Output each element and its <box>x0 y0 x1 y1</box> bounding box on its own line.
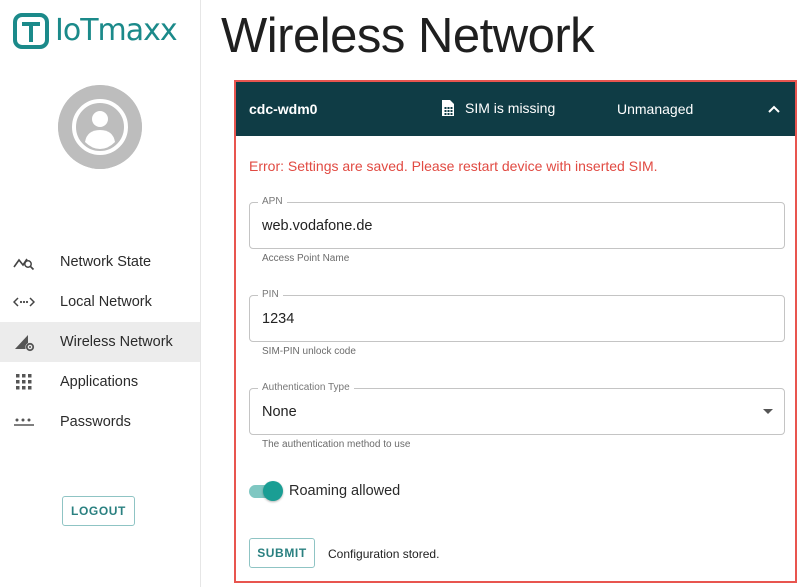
wireless-network-icon <box>13 331 35 353</box>
authentication-type-label: Authentication Type <box>258 382 354 394</box>
network-state-icon <box>13 251 35 273</box>
logo-text: IoTmaxx <box>55 13 178 48</box>
iotmaxx-logo-icon <box>13 13 49 49</box>
sim-status-text: SIM is missing <box>465 100 556 116</box>
sidebar-item-label: Applications <box>60 374 139 390</box>
submit-button[interactable]: SUBMIT <box>249 538 315 568</box>
sidebar-item-label: Passwords <box>60 414 131 430</box>
password-icon <box>13 411 35 433</box>
sidebar-item-label: Network State <box>60 254 152 270</box>
toggle-thumb <box>263 481 283 501</box>
apn-helper: Access Point Name <box>262 253 350 264</box>
sidebar-item-label: Local Network <box>60 294 152 310</box>
panel-header[interactable]: cdc-wdm0 SIM is missing Unmanaged <box>236 82 795 136</box>
sidebar-item-passwords[interactable]: Passwords <box>0 402 200 442</box>
authentication-type-helper: The authentication method to use <box>262 439 411 450</box>
sim-status: SIM is missing <box>441 99 555 117</box>
avatar <box>58 85 142 169</box>
pin-field[interactable]: PIN 1234 <box>249 289 785 342</box>
apn-field[interactable]: APN web.vodafone.de <box>249 196 785 249</box>
managed-status: Unmanaged <box>617 101 694 117</box>
logo: IoTmaxx <box>13 12 178 50</box>
roaming-label: Roaming allowed <box>289 483 401 499</box>
sidebar-item-network-state[interactable]: Network State <box>0 242 200 282</box>
pin-helper: SIM-PIN unlock code <box>262 346 356 357</box>
apn-value: web.vodafone.de <box>262 218 373 234</box>
sim-card-icon <box>441 99 455 117</box>
local-network-icon <box>13 291 35 313</box>
sidebar-item-applications[interactable]: Applications <box>0 362 200 402</box>
error-message: Error: Settings are saved. Please restar… <box>249 158 658 174</box>
dropdown-arrow-icon <box>763 409 773 414</box>
page-title: Wireless Network <box>221 9 595 63</box>
grid-icon <box>13 371 35 393</box>
authentication-type-select[interactable]: Authentication Type None <box>249 382 785 435</box>
roaming-toggle[interactable] <box>249 481 283 501</box>
user-icon <box>58 85 142 169</box>
modem-settings-panel: cdc-wdm0 SIM is missing Unmanaged Error:… <box>234 80 797 583</box>
sidebar-item-label: Wireless Network <box>60 334 173 350</box>
apn-label: APN <box>258 196 287 208</box>
chevron-up-icon[interactable] <box>763 99 785 119</box>
sidebar-item-local-network[interactable]: Local Network <box>0 282 200 322</box>
device-name: cdc-wdm0 <box>249 101 318 117</box>
logout-button[interactable]: LOGOUT <box>62 496 135 526</box>
authentication-type-value: None <box>262 404 297 420</box>
sidebar: IoTmaxx Network State Local Network Wire… <box>0 0 201 587</box>
sidebar-nav: Network State Local Network Wireless Net… <box>0 242 200 442</box>
pin-value: 1234 <box>262 311 295 327</box>
submit-status: Configuration stored. <box>328 547 440 561</box>
pin-label: PIN <box>258 289 283 301</box>
sidebar-item-wireless-network[interactable]: Wireless Network <box>0 322 200 362</box>
